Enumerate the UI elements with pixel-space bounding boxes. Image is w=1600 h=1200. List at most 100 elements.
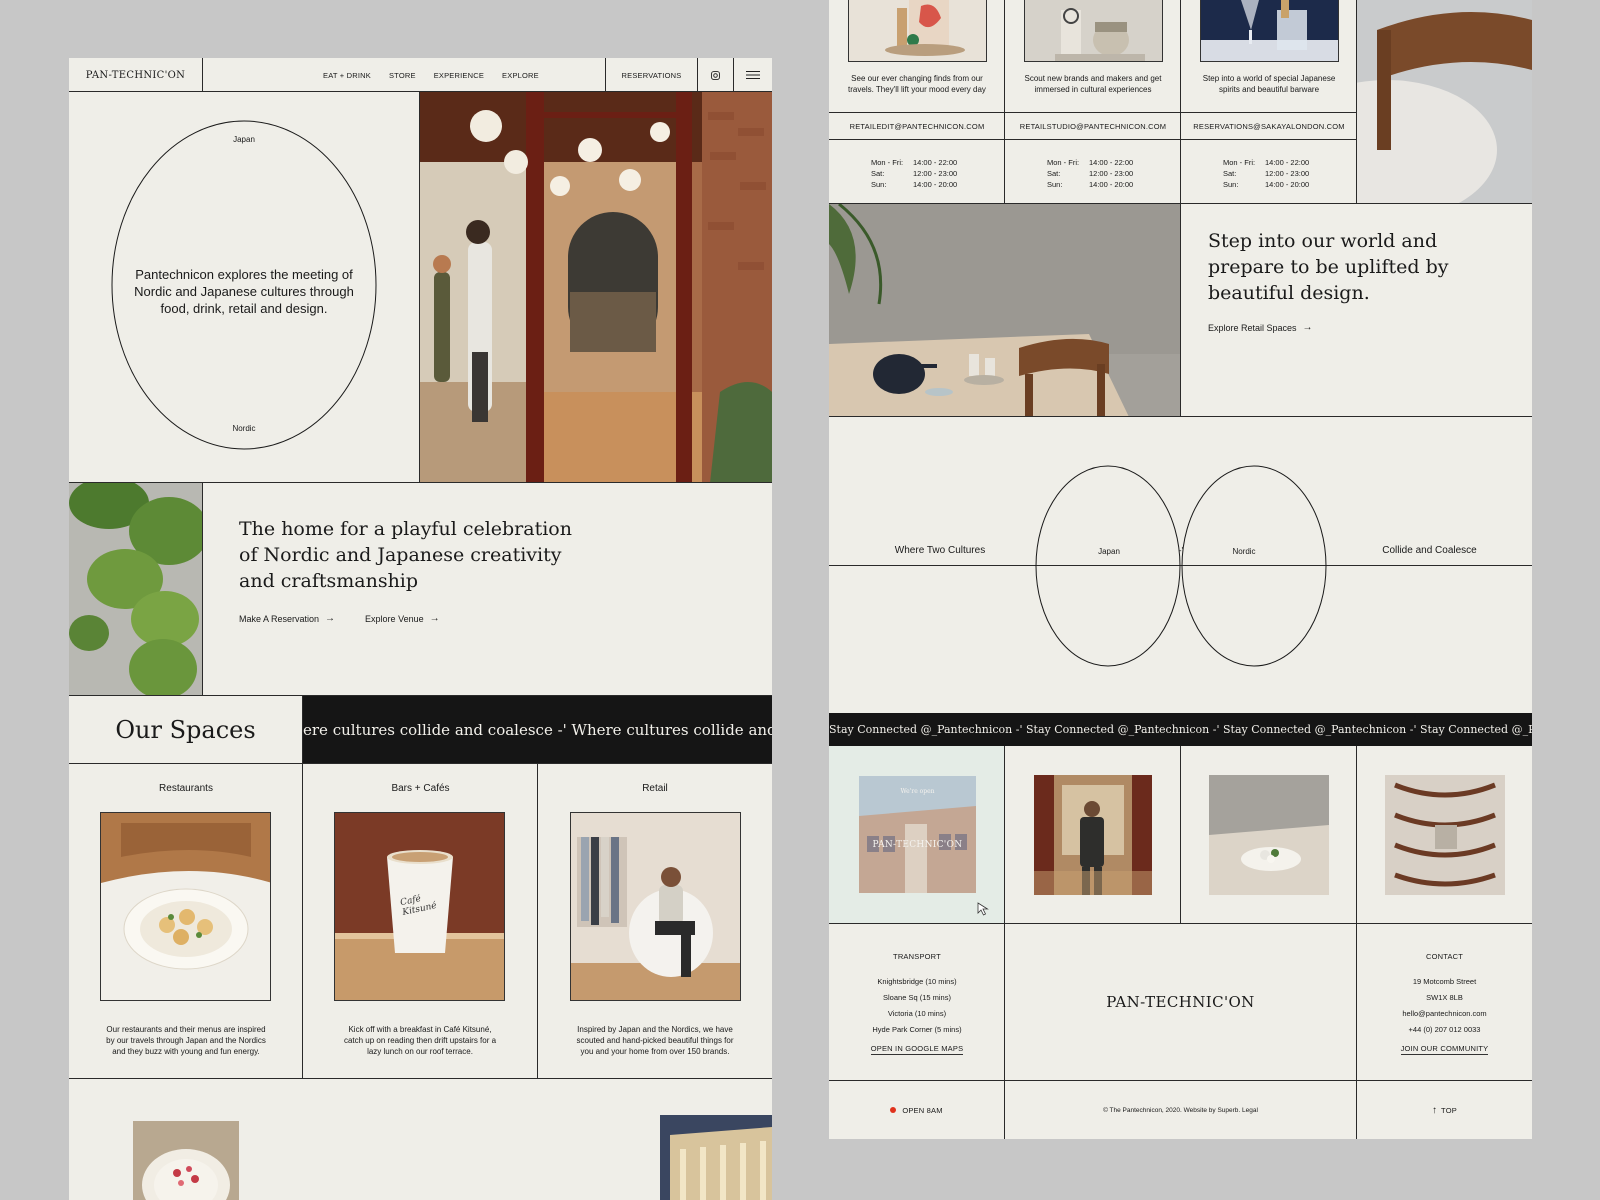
contact-email[interactable]: hello@pantechnicon.com — [1357, 1006, 1532, 1022]
transport-title: TRANSPORT — [893, 952, 941, 961]
spaces-title: Our Spaces — [69, 696, 303, 764]
contact-title: CONTACT — [1425, 952, 1464, 961]
contact-list: 19 Motcomb Street SW1X 8LB hello@pantech… — [1357, 974, 1532, 1038]
back-to-top-button[interactable]: ↑ TOP — [1357, 1081, 1532, 1139]
space-card-bars-cafes[interactable]: Bars + Cafés Café Kitsuné Kick off with … — [303, 764, 538, 1079]
food-bowl-photo — [133, 1121, 239, 1200]
contact-panel: CONTACT 19 Motcomb Street SW1X 8LB hello… — [1357, 924, 1532, 1081]
instagram-post-1[interactable]: We're open PAN-TECHNIC'ON — [829, 746, 1005, 924]
moss-garden-photo — [69, 483, 203, 696]
waiter-illustration — [1034, 775, 1152, 895]
venn-japan-label: Japan — [1098, 547, 1120, 556]
instagram-post-3[interactable] — [1181, 746, 1357, 924]
instagram-icon — [711, 70, 720, 80]
brand-logo[interactable]: PAN-TECHNIC'ON — [69, 58, 203, 92]
post-overlay-text: We're open — [900, 788, 935, 795]
cafe-photo: Café Kitsuné — [334, 812, 505, 1001]
venn-section: Where Two Cultures Japan -' Nordic Colli… — [829, 417, 1532, 713]
store-email[interactable]: RESERVATIONS@SAKAYALONDON.COM — [1181, 112, 1357, 140]
status-dot-icon — [890, 1107, 897, 1113]
explore-retail-link[interactable]: Explore Retail Spaces → — [1208, 322, 1313, 333]
nav-eat-drink[interactable]: EAT + DRINK — [323, 71, 371, 80]
store-card-edit[interactable]: See our ever changing finds from our tra… — [829, 0, 1005, 204]
instagram-button[interactable] — [697, 58, 733, 92]
space-label: Restaurants — [159, 783, 213, 794]
venn-nordic-label: Nordic — [1232, 547, 1256, 556]
intro-panel: The home for a playful celebration of No… — [203, 483, 772, 696]
space-description: Inspired by Japan and the Nordics, we ha… — [576, 1025, 734, 1056]
store-description: Step into a world of special Japanese sp… — [1202, 74, 1336, 94]
building-exterior-photo — [660, 1115, 772, 1200]
arrow-right-icon: → — [1302, 322, 1313, 333]
dish-illustration — [101, 813, 270, 1000]
instagram-post-4[interactable] — [1357, 746, 1532, 924]
store-description: Scout new brands and makers and get imme… — [1024, 74, 1162, 94]
space-card-retail[interactable]: Retail Inspired by Japan and the Nordics… — [538, 764, 772, 1079]
arrow-right-icon: → — [429, 613, 440, 624]
world-panel: Step into our world and prepare to be up… — [1181, 204, 1532, 417]
space-card-restaurants[interactable]: Restaurants Our restaurants and their me… — [69, 764, 303, 1079]
right-page: See our ever changing finds from our tra… — [829, 0, 1532, 1139]
store-card-studio[interactable]: Scout new brands and makers and get imme… — [1005, 0, 1181, 204]
contact-phone[interactable]: +44 (0) 207 012 0033 — [1357, 1022, 1532, 1038]
space-description: Kick off with a breakfast in Café Kitsun… — [343, 1025, 497, 1056]
make-reservation-link[interactable]: Make A Reservation → — [239, 613, 335, 624]
vessels-illustration — [1025, 0, 1162, 61]
nav-experience[interactable]: EXPERIENCE — [434, 71, 484, 80]
moss-illustration — [69, 483, 202, 695]
cursor-icon — [977, 902, 989, 916]
open-status-text: OPEN 8AM — [902, 1105, 943, 1115]
explore-venue-link[interactable]: Explore Venue → — [365, 613, 440, 624]
nav-store[interactable]: STORE — [389, 71, 416, 80]
venn-right-label: Collide and Coalesce — [1382, 545, 1477, 556]
intro-links: Make A Reservation → Explore Venue → — [239, 613, 440, 624]
bowl-illustration — [133, 1121, 239, 1200]
transport-item: Hyde Park Corner (5 mins) — [872, 1025, 962, 1034]
menu-button[interactable] — [733, 58, 772, 92]
plate-illustration — [1209, 775, 1329, 895]
join-community-link[interactable]: JOIN OUR COMMUNITY — [1400, 1044, 1489, 1055]
reservations-button[interactable]: RESERVATIONS — [605, 58, 697, 92]
post-photo — [1385, 775, 1505, 895]
store-email[interactable]: RETAILSTUDIO@PANTECHNICON.COM — [1005, 112, 1181, 140]
space-label: Bars + Cafés — [391, 783, 450, 794]
store-email[interactable]: RETAILEDIT@PANTECHNICON.COM — [829, 112, 1005, 140]
post-photo: We're open PAN-TECHNIC'ON — [859, 776, 976, 893]
hero-text: Pantechnicon explores the meeting of Nor… — [134, 267, 354, 316]
retail-illustration — [571, 813, 740, 1000]
transport-item: Sloane Sq (15 mins) — [883, 993, 951, 1002]
hero-interior-photo — [420, 92, 772, 483]
contact-postcode: SW1X 8LB — [1426, 993, 1463, 1002]
store-photo-edit — [848, 0, 987, 62]
venn-center-mark: -' — [1178, 546, 1184, 555]
transport-list: Knightsbridge (10 mins) Sloane Sq (15 mi… — [829, 974, 1005, 1038]
footer-brand[interactable]: PAN-TECHNIC'ON — [1005, 924, 1357, 1081]
nav-explore[interactable]: EXPLORE — [502, 71, 539, 80]
staircase-illustration — [1385, 775, 1505, 895]
post-photo — [1034, 775, 1152, 895]
restaurant-photo — [100, 812, 271, 1001]
hamburger-icon — [746, 71, 760, 79]
retail-photo — [570, 812, 741, 1001]
arrow-right-icon: → — [325, 613, 336, 624]
store-photo-sakaya — [1200, 0, 1339, 62]
store-hours: Mon - Fri: 14:00 - 22:00 Sat: 12:00 - 23:0… — [1223, 158, 1310, 189]
google-maps-link[interactable]: OPEN IN GOOGLE MAPS — [870, 1044, 964, 1055]
arrow-up-icon: ↑ — [1432, 1104, 1438, 1116]
facade-illustration — [660, 1115, 772, 1200]
interior-illustration — [420, 92, 772, 482]
store-card-sakaya[interactable]: Step into a world of special Japanese sp… — [1181, 0, 1357, 204]
hero-panel: Japan Nordic Pantechnicon explores the m… — [69, 92, 420, 483]
tea-illustration — [829, 204, 1180, 416]
transport-item: Victoria (10 mins) — [887, 1009, 947, 1018]
transport-item: Knightsbridge (10 mins) — [877, 977, 957, 986]
store-hours: Mon - Fri: 14:00 - 22:00 Sat: 12:00 - 23:0… — [871, 158, 958, 189]
hero-label-japan: Japan — [233, 135, 255, 144]
open-status: OPEN 8AM — [829, 1081, 1005, 1139]
instagram-post-2[interactable] — [1005, 746, 1181, 924]
tea-set-photo — [829, 204, 1181, 417]
site-header: PAN-TECHNIC'ON EAT + DRINK STORE EXPERIE… — [69, 58, 772, 92]
objects-illustration — [849, 0, 986, 61]
contact-address-line: 19 Motcomb Street — [1412, 977, 1477, 986]
main-nav: EAT + DRINK STORE EXPERIENCE EXPLORE — [323, 71, 539, 80]
